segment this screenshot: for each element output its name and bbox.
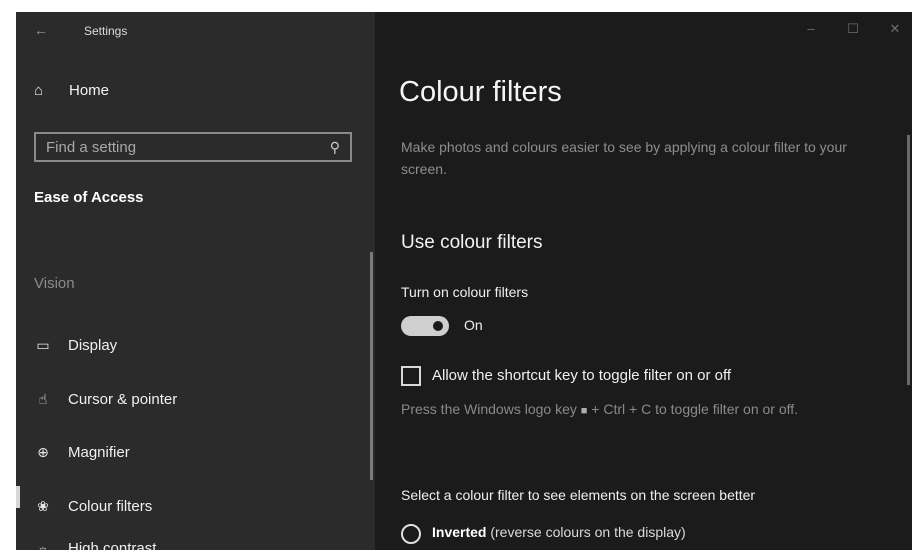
shortcut-key-checkbox[interactable] bbox=[401, 366, 421, 386]
main-scrollbar[interactable] bbox=[907, 135, 910, 385]
home-icon: ⌂ bbox=[34, 82, 44, 99]
toggle-state-text: On bbox=[464, 317, 483, 333]
sidebar-item-label: Display bbox=[68, 337, 118, 354]
inverted-radio[interactable] bbox=[401, 524, 421, 544]
sidebar-item-cursor-pointer[interactable]: ☝ Cursor & pointer bbox=[34, 391, 177, 408]
page-description: Make photos and colours easier to see by… bbox=[401, 139, 847, 177]
colour-filters-icon: ❀ bbox=[37, 498, 49, 514]
high-contrast-icon: ☼ bbox=[36, 540, 50, 550]
toggle-label: Turn on colour filters bbox=[401, 284, 529, 300]
close-icon[interactable]: ✕ bbox=[888, 21, 902, 37]
shortcut-hint: Press the Windows logo key ■ + Ctrl + C … bbox=[401, 399, 876, 422]
group-title-vision: Vision bbox=[34, 275, 75, 292]
hint-text-before: Press the Windows logo key bbox=[401, 401, 581, 417]
window-controls: – ☐ ✕ bbox=[804, 21, 902, 37]
inverted-radio-label[interactable]: Inverted (reverse colours on the display… bbox=[432, 524, 686, 540]
shortcut-key-checkbox-label[interactable]: Allow the shortcut key to toggle filter … bbox=[432, 367, 731, 384]
selection-indicator bbox=[16, 486, 20, 508]
search-placeholder: Find a setting bbox=[46, 138, 137, 156]
window-title: Settings bbox=[84, 24, 128, 38]
maximize-icon[interactable]: ☐ bbox=[846, 21, 860, 37]
section-title: Ease of Access bbox=[34, 189, 144, 206]
cursor-pointer-icon: ☝ bbox=[38, 391, 48, 407]
colour-filters-toggle[interactable] bbox=[401, 316, 449, 336]
search-input[interactable]: Find a setting ⚲ bbox=[34, 132, 352, 162]
sidebar: ← Settings ⌂ Home Find a setting ⚲ Ease … bbox=[16, 12, 375, 550]
sidebar-item-home[interactable]: ⌂ Home bbox=[34, 82, 109, 99]
radio-option-name: Inverted bbox=[432, 524, 487, 540]
back-arrow-icon[interactable]: ← bbox=[34, 22, 48, 38]
sidebar-item-colour-filters[interactable]: ❀ Colour filters bbox=[34, 498, 152, 515]
magnifier-icon: ⊕ bbox=[37, 444, 49, 460]
search-icon[interactable]: ⚲ bbox=[330, 139, 340, 156]
sidebar-item-label: Cursor & pointer bbox=[68, 391, 178, 408]
radio-option-detail: (reverse colours on the display) bbox=[490, 524, 686, 540]
sidebar-item-label: Magnifier bbox=[68, 444, 130, 461]
hint-text-after: + Ctrl + C to toggle filter on or off. bbox=[587, 401, 799, 417]
sidebar-item-magnifier[interactable]: ⊕ Magnifier bbox=[34, 444, 130, 461]
section-heading: Use colour filters bbox=[401, 232, 543, 253]
sidebar-scrollbar[interactable] bbox=[370, 252, 373, 480]
minimize-icon[interactable]: – bbox=[804, 21, 818, 37]
filter-select-label: Select a colour filter to see elements o… bbox=[401, 487, 756, 503]
sidebar-item-label: High contrast bbox=[68, 540, 157, 550]
sidebar-item-high-contrast[interactable]: ☼ High contrast bbox=[34, 540, 157, 550]
display-icon: ▭ bbox=[36, 337, 50, 353]
main-content: – ☐ ✕ Colour filters Make photos and col… bbox=[375, 12, 912, 550]
settings-window: ← Settings ⌂ Home Find a setting ⚲ Ease … bbox=[16, 12, 912, 550]
page-title: Colour filters bbox=[399, 76, 562, 108]
sidebar-item-label: Colour filters bbox=[68, 498, 153, 515]
toggle-knob bbox=[433, 321, 443, 331]
sidebar-item-display[interactable]: ▭ Display bbox=[34, 337, 117, 354]
home-label: Home bbox=[69, 82, 110, 99]
